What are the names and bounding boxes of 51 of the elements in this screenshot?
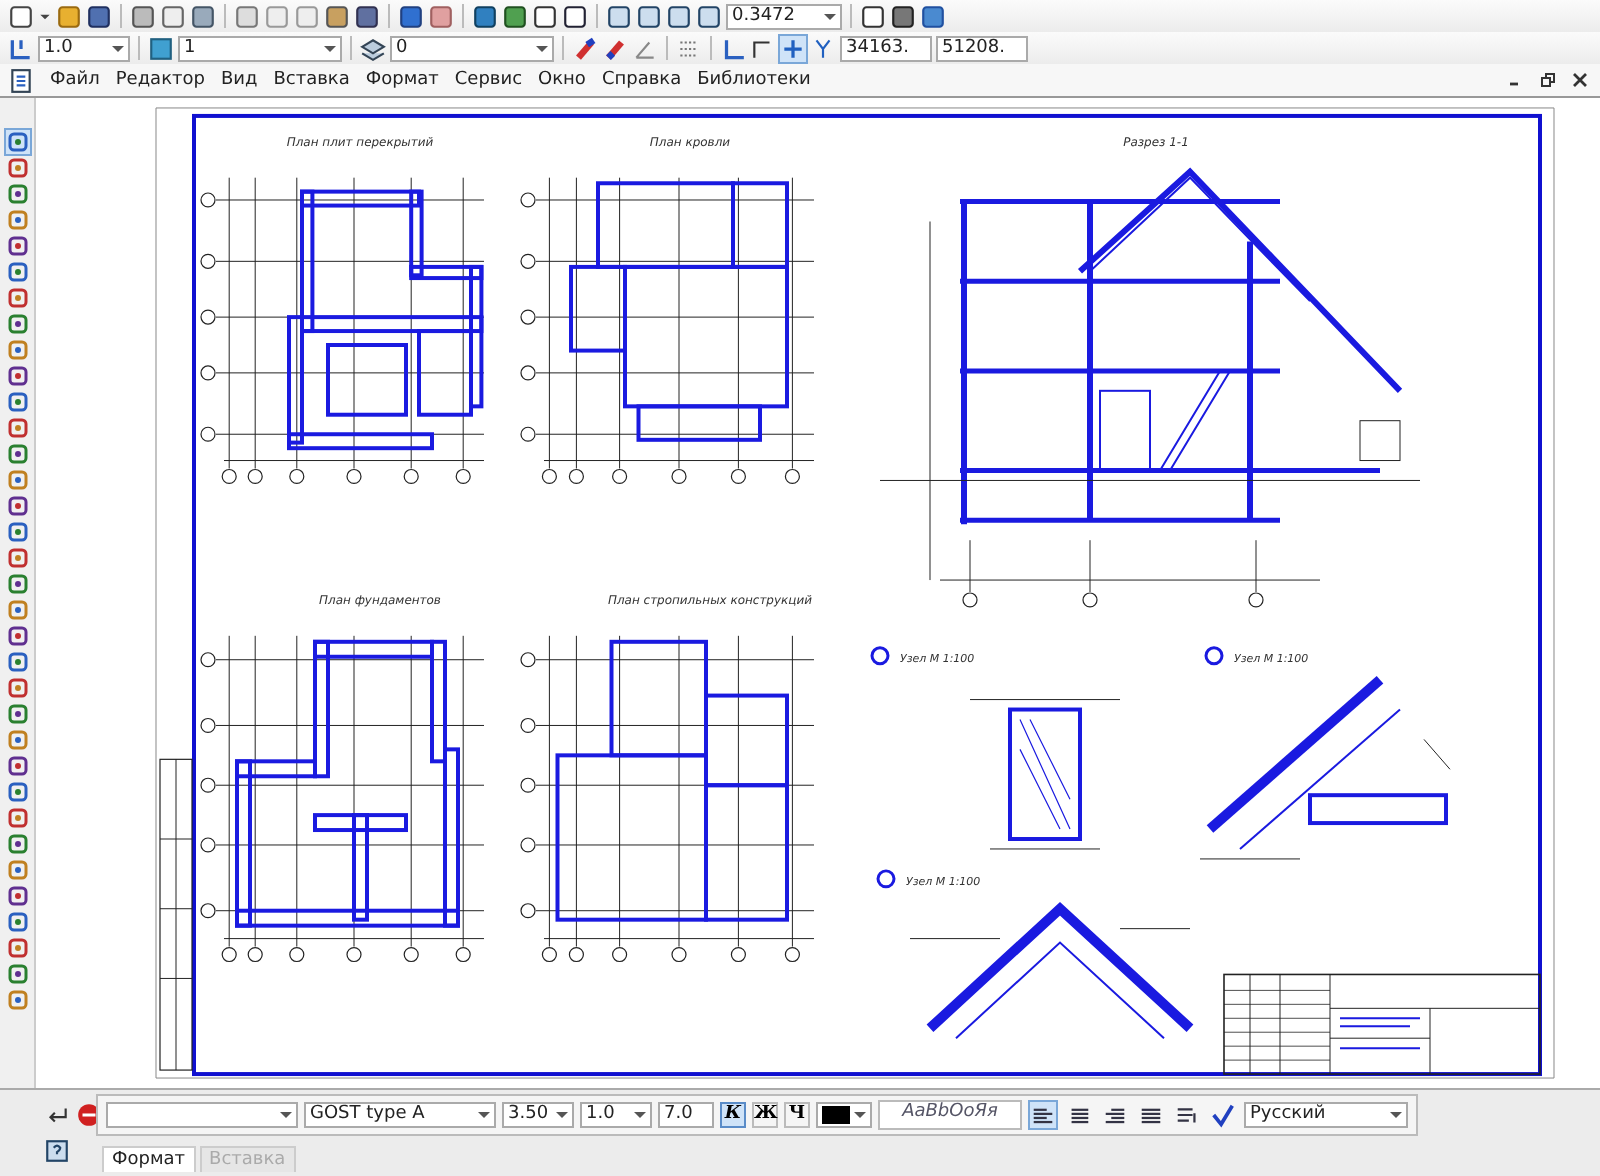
menu-item[interactable]: Файл [50,70,100,90]
local-axis-icon[interactable] [720,35,746,61]
y-coordinate-field[interactable]: 51208. [936,35,1028,61]
help-icon[interactable] [44,1138,70,1164]
format-button[interactable]: Ч [784,1101,810,1127]
close-icon[interactable] [1572,72,1588,88]
state-dropdown[interactable]: 1 [178,35,342,61]
language-dropdown[interactable]: Русский [1244,1101,1408,1127]
restore-icon[interactable] [1540,72,1556,88]
scale-dropdown[interactable]: 1.0 [38,35,130,61]
caret-icon [556,1111,568,1117]
menu-item[interactable]: Библиотеки [697,70,811,90]
menu-item[interactable]: Вид [220,70,258,90]
axis-icon[interactable] [8,35,34,61]
coordinate-icon [810,35,836,61]
caret-icon [324,45,336,51]
caret-icon [634,1111,646,1117]
tab[interactable]: Формат [102,1146,196,1172]
menu-item[interactable]: Вставка [273,70,350,90]
caret-icon [536,45,548,51]
menu-item[interactable]: Окно [538,70,586,90]
menu-item[interactable]: Сервис [454,70,523,90]
detail-marker [870,646,890,666]
menu-item[interactable]: Формат [365,70,439,90]
caret-icon [854,1111,866,1117]
caret-icon [824,13,836,19]
caret-icon [478,1111,490,1117]
step-field[interactable]: 7.0 [658,1101,714,1127]
cursor-icon[interactable] [780,35,806,61]
stretch-dropdown[interactable]: 1.0 [580,1101,652,1127]
zoom-field[interactable]: 0.3472 [726,3,842,29]
align-icon[interactable] [1028,1099,1058,1129]
detail-marker [876,869,896,889]
layer-dropdown[interactable]: 0 [390,35,554,61]
color-dropdown[interactable] [816,1101,872,1127]
height-dropdown[interactable]: 3.50 [502,1101,574,1127]
detail-marker [1204,646,1224,666]
menu-item[interactable]: Редактор [115,70,205,90]
caret-icon [112,45,124,51]
caret-icon [280,1111,292,1117]
state-icon[interactable] [148,35,174,61]
menu-item[interactable]: Справка [601,70,682,90]
font-dropdown[interactable]: GOST type A [304,1101,496,1127]
spellcheck-icon[interactable] [1208,1099,1238,1129]
caret-icon [1390,1111,1402,1117]
color-swatch [822,1105,850,1123]
font-sample: АаВbОоЯя [878,1099,1022,1129]
format-button[interactable]: К [720,1101,746,1127]
format-button[interactable]: Ж [752,1101,778,1127]
ortho-icon[interactable] [750,35,776,61]
x-coordinate-field[interactable]: 34163. [840,35,932,61]
